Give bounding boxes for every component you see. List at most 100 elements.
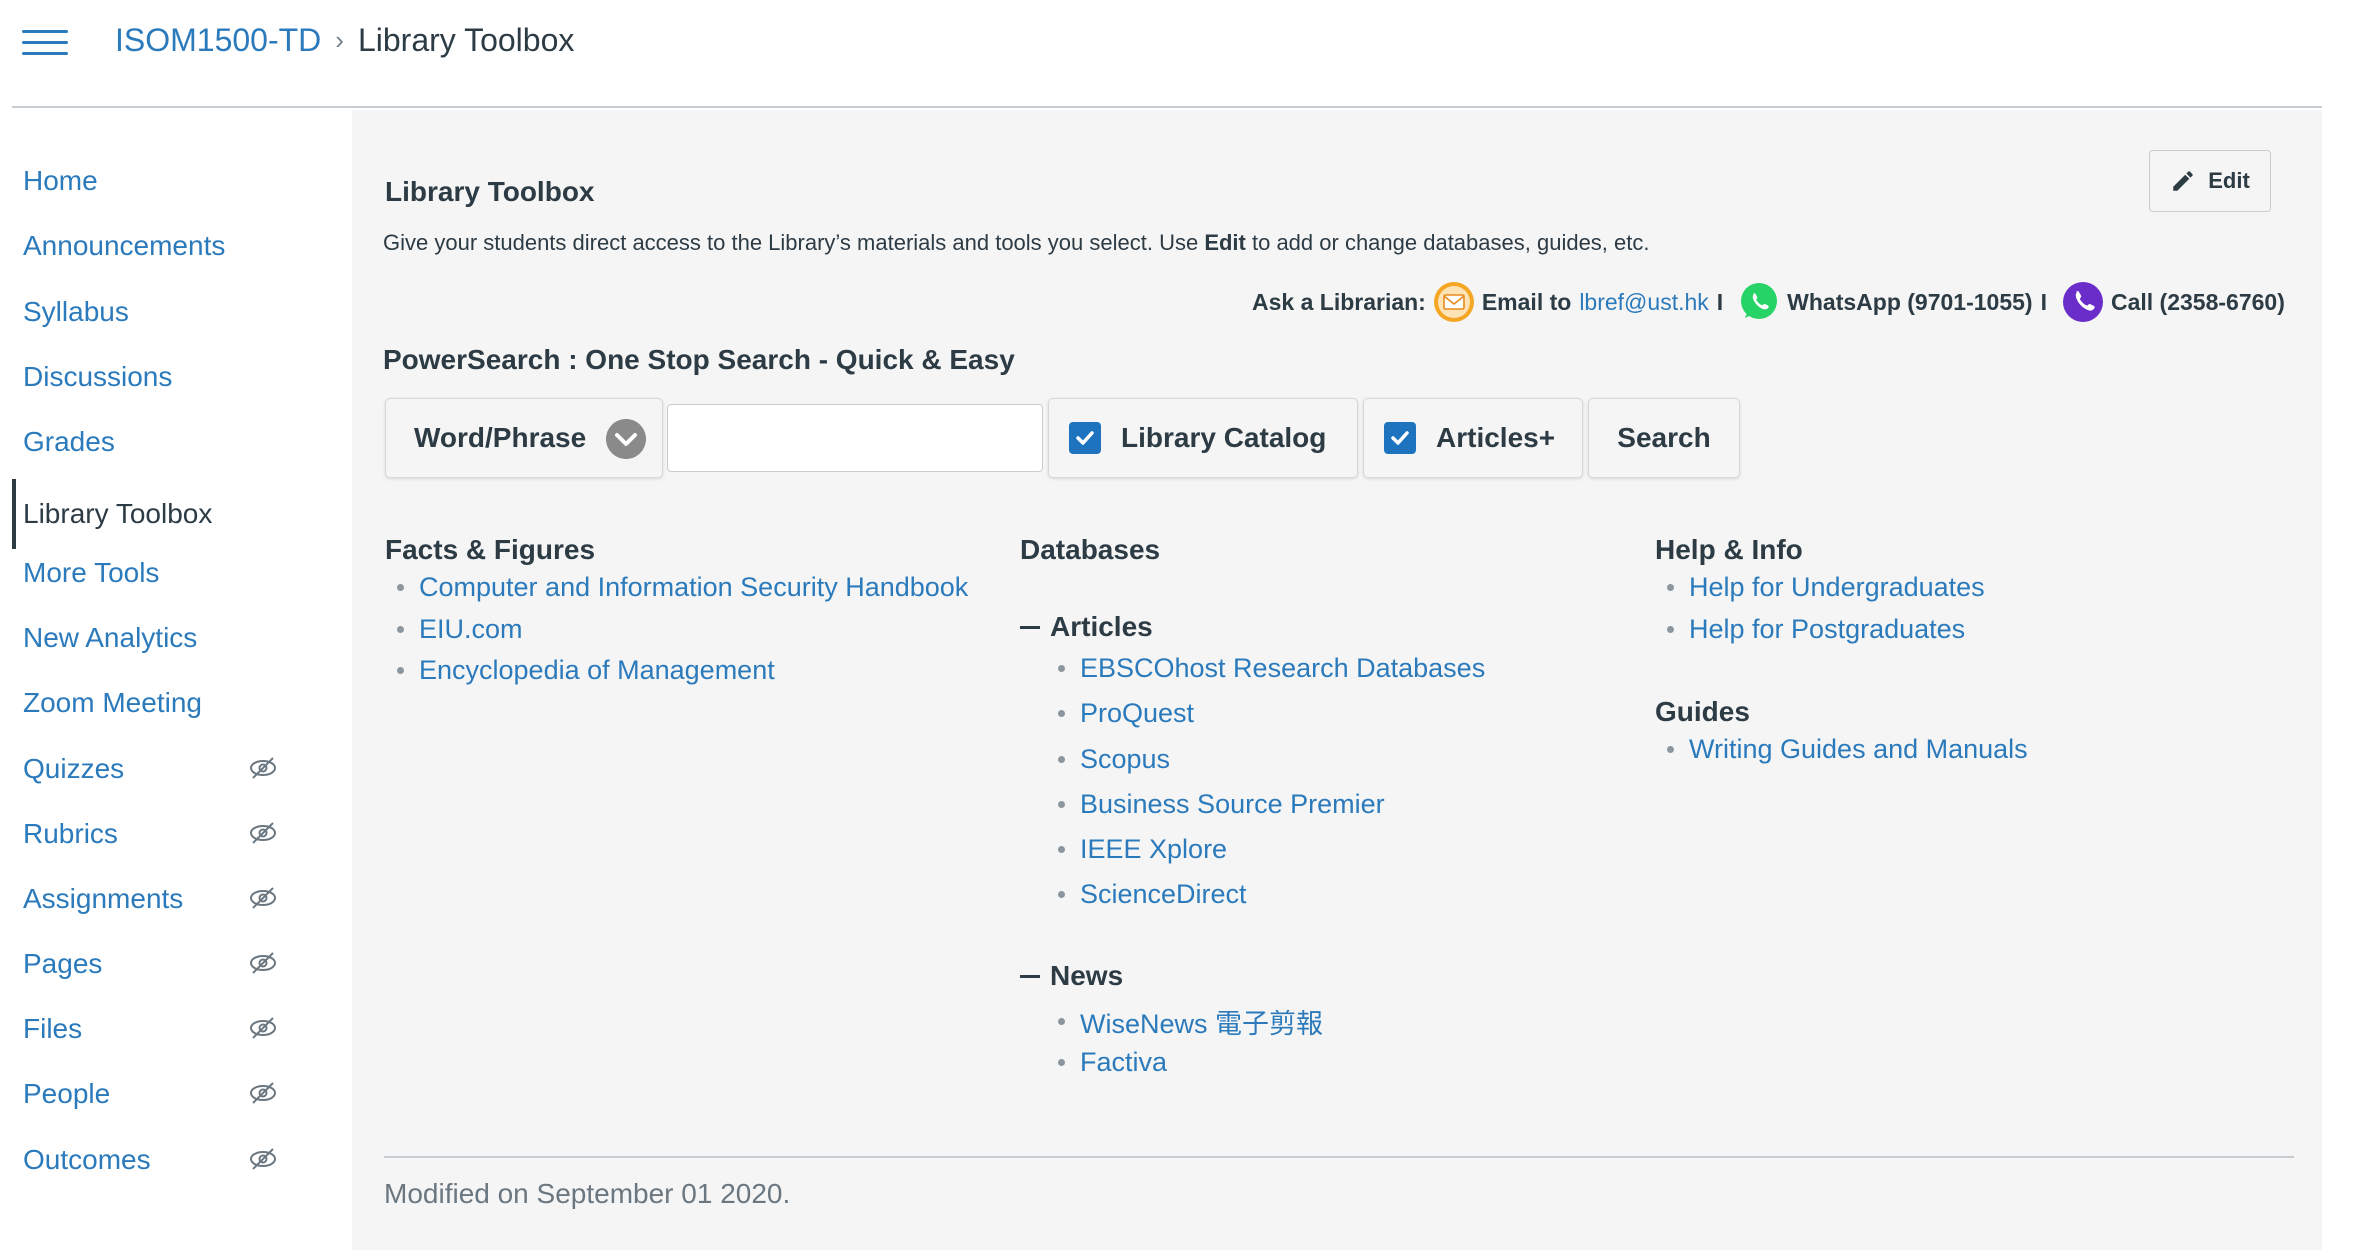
sidebar-item-grades[interactable]: Grades [12,414,342,470]
facts-link[interactable]: EIU.com [419,614,523,645]
sidebar-item-outcomes[interactable]: Outcomes [12,1132,342,1188]
email-link[interactable]: lbref@ust.hk [1579,289,1708,316]
sidebar-item-assignments[interactable]: Assignments [12,871,342,927]
sidebar-item-label: Pages [23,948,103,979]
powersearch-title: PowerSearch : One Stop Search - Quick & … [383,344,1015,375]
help-link[interactable]: Help for Undergraduates [1689,572,1985,603]
database-link[interactable]: ScienceDirect [1080,879,1247,910]
search-button[interactable]: Search [1588,398,1740,478]
sidebar-item-library-toolbox[interactable]: Library Toolbox [12,479,342,549]
course-navigation: Home Announcements Syllabus Discussions … [12,110,352,1250]
sidebar-item-label: Rubrics [23,818,118,849]
footer-divider [384,1156,2294,1158]
hidden-eye-icon [250,757,276,779]
search-type-value: Word/Phrase [414,422,587,453]
sidebar-item-label: New Analytics [23,622,198,653]
modified-date: Modified on September 01 2020. [384,1178,791,1209]
sidebar-item-announcements[interactable]: Announcements [12,218,342,274]
bullet [1058,1018,1065,1025]
sidebar-item-people[interactable]: People [12,1066,342,1122]
list-item: ScienceDirect [1058,879,1247,910]
news-subheading-label: News [1050,960,1124,991]
intro-text-part: to add or change databases, guides, etc. [1245,230,1650,255]
ask-label: Ask a Librarian: [1252,288,1426,315]
help-link[interactable]: Help for Postgraduates [1689,614,1965,645]
database-link[interactable]: IEEE Xplore [1080,834,1227,865]
sidebar-item-label: Announcements [23,230,226,261]
facts-link[interactable]: Computer and Information Security Handbo… [419,572,968,603]
sidebar-item-label: More Tools [23,557,160,588]
list-item: Help for Postgraduates [1667,614,1965,645]
sidebar-item-home[interactable]: Home [12,153,342,209]
list-item: Scopus [1058,744,1170,775]
edit-button-label: Edit [2208,168,2250,193]
edit-button[interactable]: Edit [2149,150,2271,212]
chevron-down-icon [606,419,646,459]
page-title: Library Toolbox [385,176,595,207]
library-catalog-checkbox[interactable]: Library Catalog [1048,398,1358,478]
databases-heading: Databases [1020,534,1161,565]
hidden-eye-icon [250,1148,276,1170]
list-item: Help for Undergraduates [1667,572,1985,603]
breadcrumb: ISOM1500-TD › Library Toolbox [115,22,574,59]
database-link[interactable]: Scopus [1080,744,1170,775]
hidden-eye-icon [250,1082,276,1104]
hidden-eye-icon [250,822,276,844]
search-type-select[interactable]: Word/Phrase [385,398,663,478]
sidebar-item-label: Assignments [23,883,184,914]
sidebar-item-files[interactable]: Files [12,1001,342,1057]
top-header: ISOM1500-TD › Library Toolbox [12,0,2322,108]
sidebar-item-label: Files [23,1013,83,1044]
breadcrumb-current: Library Toolbox [357,22,575,58]
database-link[interactable]: EBSCOhost Research Databases [1080,653,1485,684]
sidebar-item-zoom-meeting[interactable]: Zoom Meeting [12,675,342,731]
library-catalog-label: Library Catalog [1121,422,1327,453]
phone-call-icon[interactable] [2061,280,2105,324]
news-link[interactable]: WiseNews 電子剪報 [1080,1002,1323,1041]
bullet [397,626,404,633]
news-subheading[interactable]: News [1020,960,1123,992]
library-toolbox-content: Edit Library Toolbox Give your students … [352,110,2322,1250]
bullet [1058,665,1065,672]
sidebar-item-label: Home [23,165,98,196]
sidebar-item-more-tools[interactable]: More Tools [12,545,342,601]
articles-plus-checkbox[interactable]: Articles+ [1363,398,1583,478]
sidebar-item-discussions[interactable]: Discussions [12,349,342,405]
list-item: EIU.com [397,614,523,645]
list-item: ProQuest [1058,698,1194,729]
bullet [397,667,404,674]
hamburger-menu-icon[interactable] [22,28,68,58]
help-info-heading: Help & Info [1655,534,1803,565]
news-link[interactable]: Factiva [1080,1047,1167,1078]
sidebar-item-label: Grades [23,426,115,457]
bullet [1667,584,1674,591]
bullet [1058,801,1065,808]
email-icon[interactable] [1432,280,1476,324]
email-prefix: Email to [1481,288,1572,315]
facts-link[interactable]: Encyclopedia of Management [419,655,775,686]
whatsapp-icon[interactable] [1737,280,1781,324]
sidebar-item-pages[interactable]: Pages [12,936,342,992]
sidebar-item-rubrics[interactable]: Rubrics [12,806,342,862]
intro-text-bold: Edit [1204,230,1246,255]
bullet [1058,1059,1065,1066]
guides-heading: Guides [1655,696,1750,727]
search-button-label: Search [1617,422,1711,453]
intro-text-part: Give your students direct access to the … [383,230,1205,255]
hidden-eye-icon [250,952,276,974]
breadcrumb-course-link[interactable]: ISOM1500-TD [115,22,321,59]
list-item: Computer and Information Security Handbo… [397,572,968,603]
list-item: WiseNews 電子剪報 [1058,1002,1323,1041]
sidebar-item-syllabus[interactable]: Syllabus [12,284,342,340]
database-link[interactable]: ProQuest [1080,698,1194,729]
bullet [1667,746,1674,753]
database-link[interactable]: Business Source Premier [1080,789,1385,820]
sidebar-item-quizzes[interactable]: Quizzes [12,741,342,797]
powersearch-input[interactable] [667,404,1043,472]
sidebar-item-new-analytics[interactable]: New Analytics [12,610,342,666]
checkbox-checked-icon [1069,422,1101,454]
whatsapp-number: WhatsApp (9701-1055) [1787,288,2033,315]
guides-link[interactable]: Writing Guides and Manuals [1689,734,2028,765]
articles-subheading[interactable]: Articles [1020,611,1153,643]
intro-text: Give your students direct access to the … [383,230,1650,256]
